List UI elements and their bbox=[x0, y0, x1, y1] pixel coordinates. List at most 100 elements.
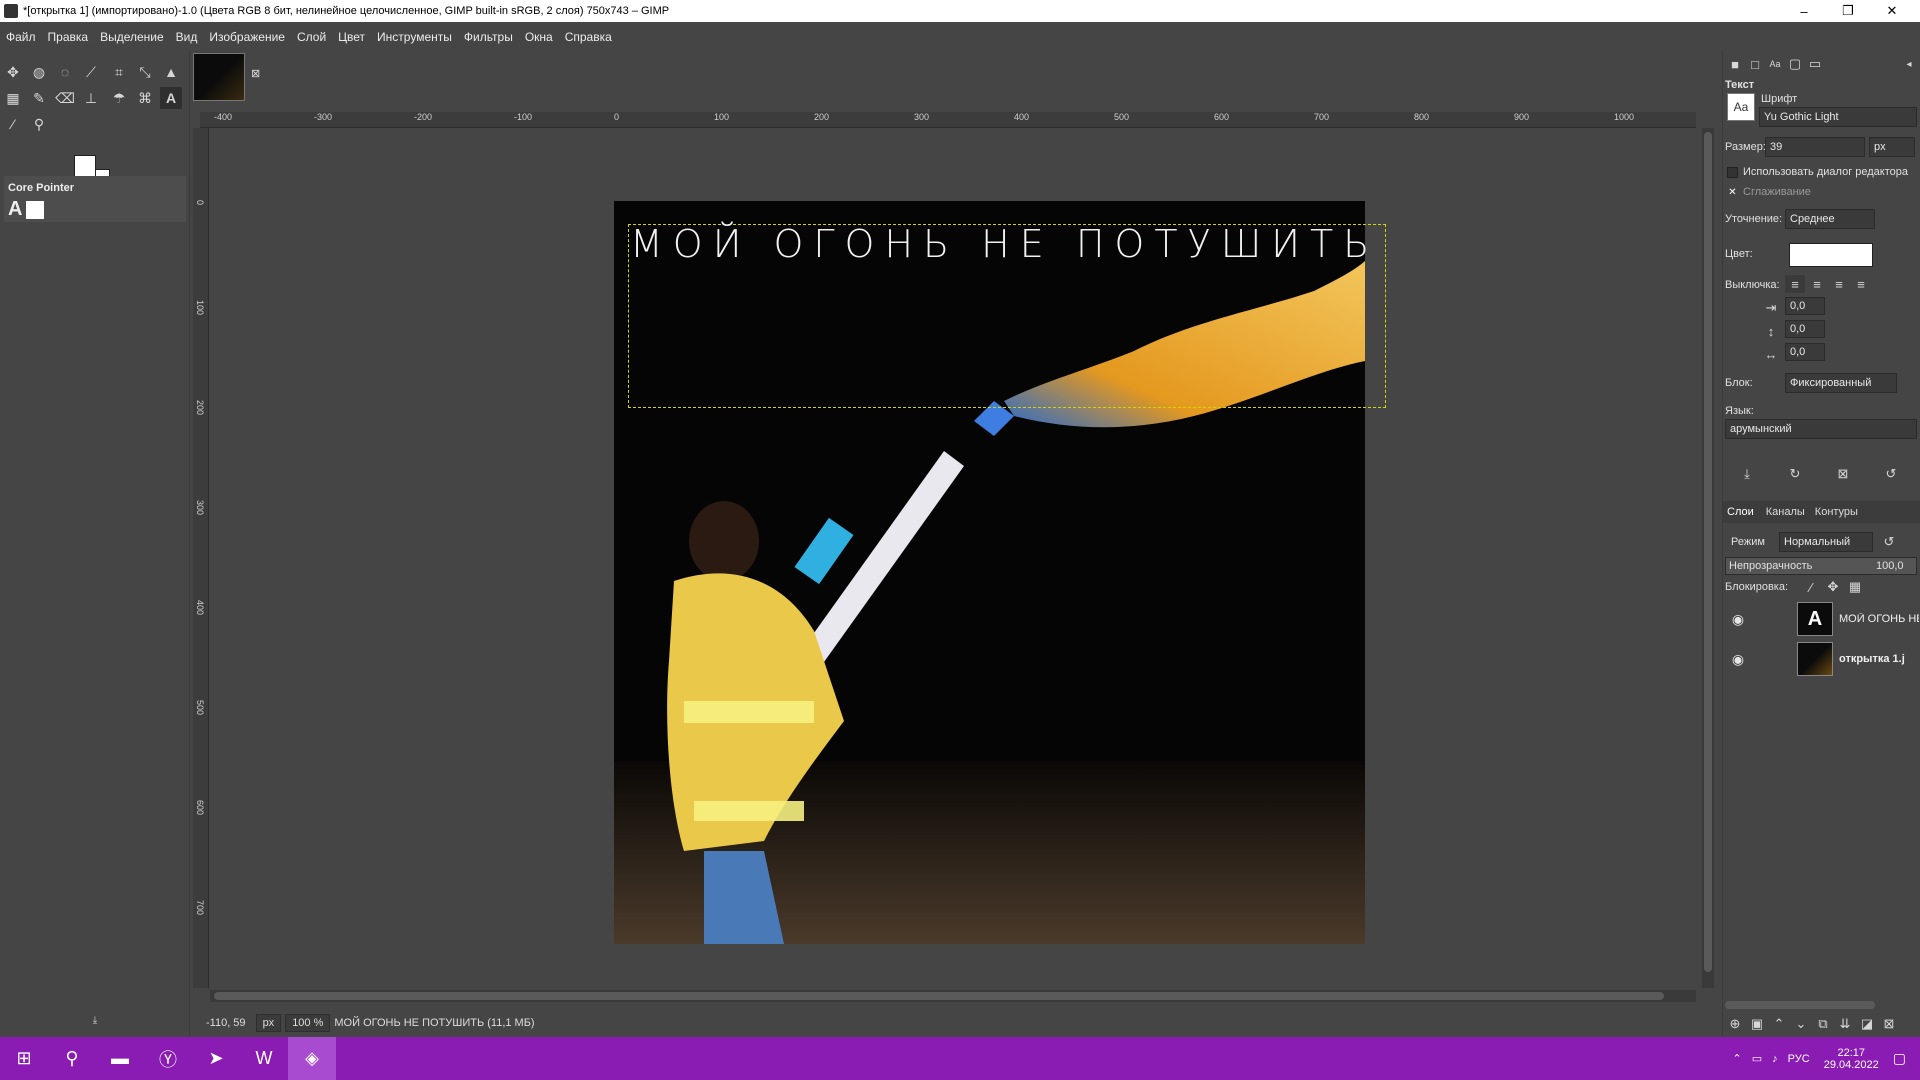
tab-channels[interactable]: Каналы bbox=[1766, 506, 1805, 518]
horizontal-scrollbar[interactable] bbox=[210, 990, 1696, 1002]
menu-select[interactable]: Выделение bbox=[100, 30, 164, 44]
vertical-scrollbar[interactable] bbox=[1702, 128, 1714, 988]
horizontal-scroll-thumb[interactable] bbox=[214, 992, 1664, 1000]
size-input[interactable]: 39 bbox=[1765, 137, 1865, 157]
size-unit-select[interactable]: px bbox=[1869, 137, 1915, 157]
yandex-browser-icon[interactable]: Ⓨ bbox=[144, 1037, 192, 1080]
zoom-select[interactable]: 100 % bbox=[285, 1014, 331, 1032]
crop-tool-icon[interactable]: ⌗ bbox=[108, 61, 130, 83]
justify-center-icon[interactable]: ≡ bbox=[1829, 275, 1849, 293]
menu-edit[interactable]: Правка bbox=[48, 30, 89, 44]
menu-tools[interactable]: Инструменты bbox=[377, 30, 452, 44]
images-tab-icon[interactable]: ▭ bbox=[1805, 55, 1825, 73]
use-editor-checkbox[interactable] bbox=[1727, 167, 1738, 178]
brushes-tab-icon[interactable]: ■ bbox=[1725, 55, 1745, 73]
gimp-taskbar-icon[interactable]: ◈ bbox=[288, 1037, 336, 1080]
patterns-tab-icon[interactable]: □ bbox=[1745, 55, 1765, 73]
layers-scrollbar[interactable] bbox=[1725, 1001, 1875, 1009]
notifications-icon[interactable]: ▢ bbox=[1893, 1050, 1906, 1067]
delete-options-icon[interactable]: ⊠ bbox=[1833, 465, 1853, 483]
network-icon[interactable]: ▭ bbox=[1752, 1052, 1762, 1065]
mode-reset-icon[interactable]: ↺ bbox=[1879, 533, 1899, 551]
new-group-icon[interactable]: ▣ bbox=[1747, 1015, 1767, 1033]
dock-menu-icon[interactable]: ◂ bbox=[1899, 55, 1919, 73]
language-indicator[interactable]: РУС bbox=[1788, 1053, 1810, 1065]
windows-start-icon[interactable]: ⊞ bbox=[0, 1037, 48, 1080]
menu-help[interactable]: Справка bbox=[565, 30, 612, 44]
free-select-icon[interactable]: ◌ bbox=[54, 61, 76, 83]
indent-input[interactable]: 0,0 bbox=[1785, 297, 1825, 315]
move-tool-icon[interactable]: ✥ bbox=[2, 61, 24, 83]
raise-layer-icon[interactable]: ⌃ bbox=[1769, 1015, 1789, 1033]
fuzzy-select-icon[interactable]: ⟋ bbox=[80, 61, 102, 83]
tray-chevron-icon[interactable]: ⌃ bbox=[1733, 1052, 1742, 1065]
canvas-overlay-text[interactable]: МОЙ ОГОНЬ НЕ ПОТУШИТЬ bbox=[630, 222, 1390, 272]
search-icon[interactable]: ⚲ bbox=[48, 1037, 96, 1080]
file-explorer-icon[interactable]: ▬ bbox=[96, 1037, 144, 1080]
tab-layers[interactable]: Слои bbox=[1727, 506, 1754, 518]
clock-date[interactable]: 29.04.2022 bbox=[1824, 1059, 1879, 1071]
color-picker-icon[interactable]: ⁄ bbox=[2, 113, 24, 135]
lock-position-icon[interactable]: ✥ bbox=[1823, 578, 1843, 596]
line-spacing-input[interactable]: 0,0 bbox=[1785, 320, 1825, 338]
text-tool-icon[interactable]: A bbox=[160, 87, 182, 109]
justify-left-icon[interactable]: ≡ bbox=[1785, 275, 1805, 293]
volume-icon[interactable]: ♪ bbox=[1772, 1053, 1778, 1065]
layer-name[interactable]: МОЙ ОГОНЬ НЕ bbox=[1839, 613, 1919, 625]
font-preview-icon[interactable]: Aa bbox=[1727, 93, 1755, 121]
close-button[interactable]: ✕ bbox=[1870, 0, 1914, 22]
duplicate-layer-icon[interactable]: ⧉ bbox=[1813, 1015, 1833, 1033]
paintbrush-icon[interactable]: ✎ bbox=[28, 87, 50, 109]
letter-spacing-input[interactable]: 0,0 bbox=[1785, 343, 1825, 361]
layer-row[interactable]: ◉ A МОЙ ОГОНЬ НЕ bbox=[1723, 599, 1920, 639]
eye-icon[interactable]: ◉ bbox=[1723, 611, 1753, 628]
lock-alpha-icon[interactable]: ▦ bbox=[1845, 578, 1865, 596]
eye-icon[interactable]: ◉ bbox=[1723, 651, 1753, 668]
gradient-tool-icon[interactable]: ▦ bbox=[2, 87, 24, 109]
word-icon[interactable]: W bbox=[240, 1037, 288, 1080]
eraser-icon[interactable]: ⌫ bbox=[54, 87, 76, 109]
tab-paths[interactable]: Контуры bbox=[1815, 506, 1858, 518]
menu-color[interactable]: Цвет bbox=[338, 30, 365, 44]
clock-time[interactable]: 22:17 bbox=[1837, 1047, 1865, 1059]
merge-layer-icon[interactable]: ⇊ bbox=[1835, 1015, 1855, 1033]
justify-right-icon[interactable]: ≡ bbox=[1807, 275, 1827, 293]
justify-fill-icon[interactable]: ≡ bbox=[1851, 275, 1871, 293]
paths-tool-icon[interactable]: ⌘ bbox=[134, 87, 156, 109]
foreground-color-swatch[interactable] bbox=[74, 155, 96, 177]
image-tab[interactable]: ⊠ bbox=[193, 53, 273, 105]
menu-file[interactable]: Файл bbox=[6, 30, 36, 44]
unified-transform-icon[interactable]: ⤡ bbox=[134, 61, 156, 83]
language-input[interactable]: арумынский bbox=[1725, 419, 1917, 439]
menu-filters[interactable]: Фильтры bbox=[464, 30, 513, 44]
documents-tab-icon[interactable]: ▢ bbox=[1785, 55, 1805, 73]
mask-layer-icon[interactable]: ◪ bbox=[1857, 1015, 1877, 1033]
antialias-checkbox[interactable]: ✕ bbox=[1727, 187, 1738, 198]
close-tab-icon[interactable]: ⊠ bbox=[251, 67, 260, 80]
toolbox-bottom-icon[interactable]: ⤓ bbox=[84, 1009, 106, 1031]
menu-layer[interactable]: Слой bbox=[297, 30, 326, 44]
reset-options-icon[interactable]: ↺ bbox=[1881, 465, 1901, 483]
layer-row[interactable]: ◉ открытка 1.j bbox=[1723, 639, 1920, 679]
restore-options-icon[interactable]: ↻ bbox=[1785, 465, 1805, 483]
bucket-fill-icon[interactable]: ▲ bbox=[160, 61, 182, 83]
maximize-button[interactable]: ❐ bbox=[1826, 0, 1870, 22]
menu-view[interactable]: Вид bbox=[176, 30, 198, 44]
box-select[interactable]: Фиксированный bbox=[1785, 373, 1897, 393]
text-color-button[interactable] bbox=[1789, 243, 1873, 267]
opacity-value[interactable]: 100,0 bbox=[1876, 560, 1904, 572]
fonts-tab-icon[interactable]: Aa bbox=[1765, 55, 1785, 73]
new-layer-icon[interactable]: ⊕ bbox=[1725, 1015, 1745, 1033]
smudge-tool-icon[interactable]: ☂ bbox=[108, 87, 130, 109]
font-input[interactable]: Yu Gothic Light bbox=[1759, 107, 1917, 127]
delete-layer-icon[interactable]: ⊠ bbox=[1879, 1015, 1899, 1033]
unit-select[interactable]: px bbox=[255, 1014, 282, 1032]
hinting-select[interactable]: Среднее bbox=[1785, 209, 1875, 229]
minimize-button[interactable]: – bbox=[1782, 0, 1826, 22]
menu-image[interactable]: Изображение bbox=[209, 30, 285, 44]
menu-windows[interactable]: Окна bbox=[525, 30, 553, 44]
save-options-icon[interactable]: ⤓ bbox=[1737, 465, 1757, 483]
mode-select[interactable]: Нормальный bbox=[1779, 532, 1873, 552]
lower-layer-icon[interactable]: ⌄ bbox=[1791, 1015, 1811, 1033]
vertical-scroll-thumb[interactable] bbox=[1704, 132, 1712, 972]
